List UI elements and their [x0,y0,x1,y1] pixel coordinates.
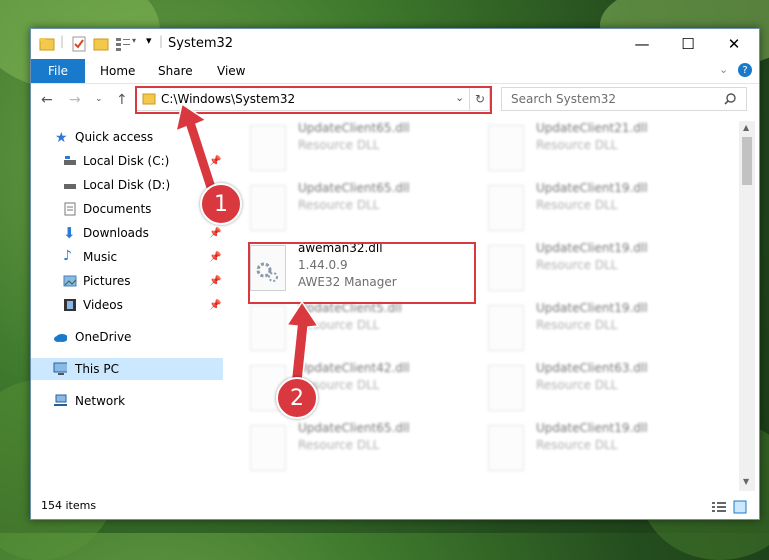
arrow-2-icon [285,300,320,385]
step-2-badge: 2 [276,377,318,419]
step-1-badge: 1 [200,183,242,225]
annotation-arrows [174,102,320,385]
arrow-1-icon [174,102,217,190]
